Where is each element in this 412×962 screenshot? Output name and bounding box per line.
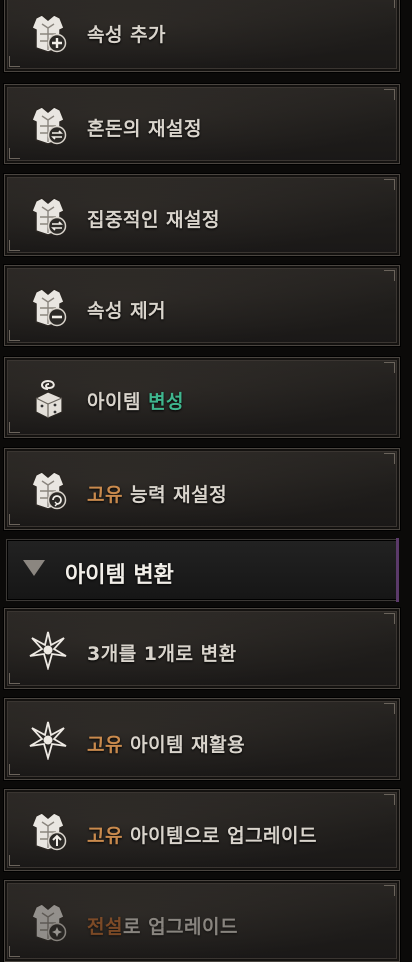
armor-up-icon [27, 810, 69, 852]
armor-legend-icon [27, 901, 69, 943]
menu-item-upgrade-unique[interactable]: 고유 아이템으로 업그레이드 [4, 789, 400, 871]
label-highlight: 전설 [87, 916, 123, 938]
label-text: 속성 추가 [87, 24, 167, 46]
label-text: 집중적인 재설정 [87, 209, 220, 231]
section-title: 아이템 변환 [65, 563, 174, 588]
menu-item-label: 혼돈의 재설정 [87, 114, 202, 141]
spiral-cube-icon [27, 378, 69, 420]
armor-refresh-icon [27, 469, 69, 511]
collapse-triangle-icon[interactable] [23, 560, 45, 576]
menu-item-unique-recycle[interactable]: 고유 아이템 재활용 [4, 698, 400, 780]
label-text: 아이템으로 업그레이드 [122, 825, 317, 847]
menu-item-label: 고유 아이템으로 업그레이드 [87, 821, 317, 848]
star-burst-icon [27, 719, 69, 761]
armor-swap-icon [27, 195, 69, 237]
section-header-item-conversion[interactable]: 아이템 변환 [6, 538, 399, 602]
menu-item-label: 속성 추가 [87, 20, 166, 47]
menu-item-label: 고유 능력 재설정 [87, 480, 227, 507]
menu-item-unique-reroll[interactable]: 고유 능력 재설정 [4, 448, 400, 530]
menu-item-chaos-reroll[interactable]: 혼돈의 재설정 [4, 84, 400, 164]
menu-item-label: 아이템 변성 [87, 387, 184, 414]
menu-item-label: 속성 제거 [87, 296, 166, 323]
menu-item-label: 집중적인 재설정 [87, 205, 220, 232]
scrollbar-edge [396, 538, 399, 602]
label-text: 능력 재설정 [122, 484, 228, 506]
label-highlight: 변성 [148, 391, 185, 413]
menu-item-label: 전설로 업그레이드 [87, 912, 238, 939]
label-highlight: 고유 [87, 825, 123, 847]
armor-plus-icon [27, 12, 69, 54]
armor-minus-icon [27, 286, 69, 328]
menu-item-label: 고유 아이템 재활용 [87, 730, 245, 757]
menu-item-item-transmute[interactable]: 아이템 변성 [4, 357, 400, 438]
menu-item-remove-affix[interactable]: 속성 제거 [4, 265, 400, 346]
label-text: 3개를 1개로 변환 [87, 643, 237, 665]
menu-item-three-to-one[interactable]: 3개를 1개로 변환 [4, 608, 400, 689]
star-burst-icon [27, 629, 69, 671]
label-text: 로 업그레이드 [122, 916, 238, 938]
menu-item-focused-reroll[interactable]: 집중적인 재설정 [4, 174, 400, 256]
label-highlight: 고유 [87, 484, 123, 506]
label-text: 아이템 재활용 [122, 734, 246, 756]
menu-item-label: 3개를 1개로 변환 [87, 639, 237, 666]
label-text: 속성 제거 [87, 300, 167, 322]
label-text: 아이템 [87, 391, 149, 413]
label-text: 혼돈의 재설정 [87, 118, 202, 140]
label-highlight: 고유 [87, 734, 123, 756]
menu-item-add-affix[interactable]: 속성 추가 [4, 0, 400, 72]
menu-item-upgrade-legendary[interactable]: 전설로 업그레이드 [4, 880, 400, 962]
armor-swap-icon [27, 104, 69, 146]
